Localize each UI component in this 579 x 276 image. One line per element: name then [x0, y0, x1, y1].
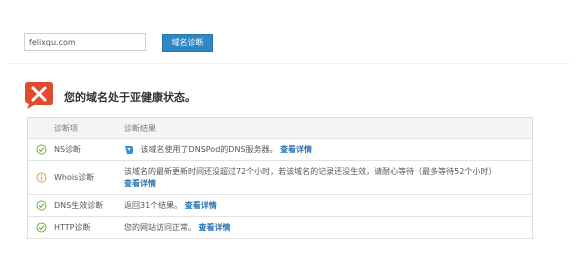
- check-icon: [36, 222, 46, 233]
- header-result: 诊断结果: [124, 117, 533, 139]
- row-result: 该域名使用了DNSPod的DNS服务器。 查看详情: [124, 138, 533, 161]
- table-header-row: 诊断项 诊断结果: [27, 117, 533, 139]
- table-row: HTTP诊断 您的网站访问正常。 查看详情: [27, 216, 533, 239]
- row-result-text: 返回31个结果。: [124, 201, 183, 210]
- row-result-text: 该域名使用了DNSPod的DNS服务器。: [140, 145, 278, 154]
- row-name: DNS生效诊断: [54, 194, 124, 217]
- row-status-cell: [27, 216, 54, 239]
- row-result: 您的网站访问正常。 查看详情: [124, 216, 533, 239]
- header-item: 诊断项: [54, 117, 124, 139]
- check-icon: [36, 200, 46, 211]
- row-name: Whois诊断: [54, 160, 124, 195]
- divider: [10, 63, 569, 64]
- status-title: 您的域名处于亚健康状态。: [64, 91, 196, 104]
- diagnosis-table: 诊断项 诊断结果 NS诊断 该域名使用了DNSPod的DNS服务器。 查看详情: [27, 117, 533, 239]
- view-details-link[interactable]: 查看详情: [280, 145, 312, 154]
- row-result: 返回31个结果。 查看详情: [124, 194, 533, 217]
- error-x-icon: [25, 82, 53, 109]
- check-icon: [36, 144, 46, 155]
- row-status-cell: [27, 138, 54, 161]
- row-name: HTTP诊断: [54, 216, 124, 239]
- row-result-text: 您的网站访问正常。: [124, 223, 196, 232]
- header-icon-col: [27, 117, 54, 139]
- view-details-link[interactable]: 查看详情: [124, 178, 532, 190]
- table-row: DNS生效诊断 返回31个结果。 查看详情: [27, 194, 533, 217]
- table-row: NS诊断 该域名使用了DNSPod的DNS服务器。 查看详情: [27, 138, 533, 161]
- table-row: Whois诊断 该域名的最新更新时间还没超过72个小时，若该域名的记录还没生效，…: [27, 160, 533, 195]
- dnspod-icon: [125, 145, 133, 154]
- view-details-link[interactable]: 查看详情: [199, 223, 231, 232]
- row-name: NS诊断: [54, 138, 124, 161]
- domain-input[interactable]: [24, 33, 146, 51]
- info-icon: [36, 172, 46, 183]
- row-result: 该域名的最新更新时间还没超过72个小时，若该域名的记录还没生效，请耐心等待（最多…: [124, 160, 533, 195]
- top-bar: [0, 0, 579, 63]
- row-status-cell: [27, 194, 54, 217]
- row-status-cell: [27, 160, 54, 195]
- row-result-text: 该域名的最新更新时间还没超过72个小时，若该域名的记录还没生效，请耐心等待（最多…: [124, 166, 497, 176]
- diagnose-button[interactable]: 域名诊断: [162, 34, 213, 52]
- view-details-link[interactable]: 查看详情: [185, 201, 217, 210]
